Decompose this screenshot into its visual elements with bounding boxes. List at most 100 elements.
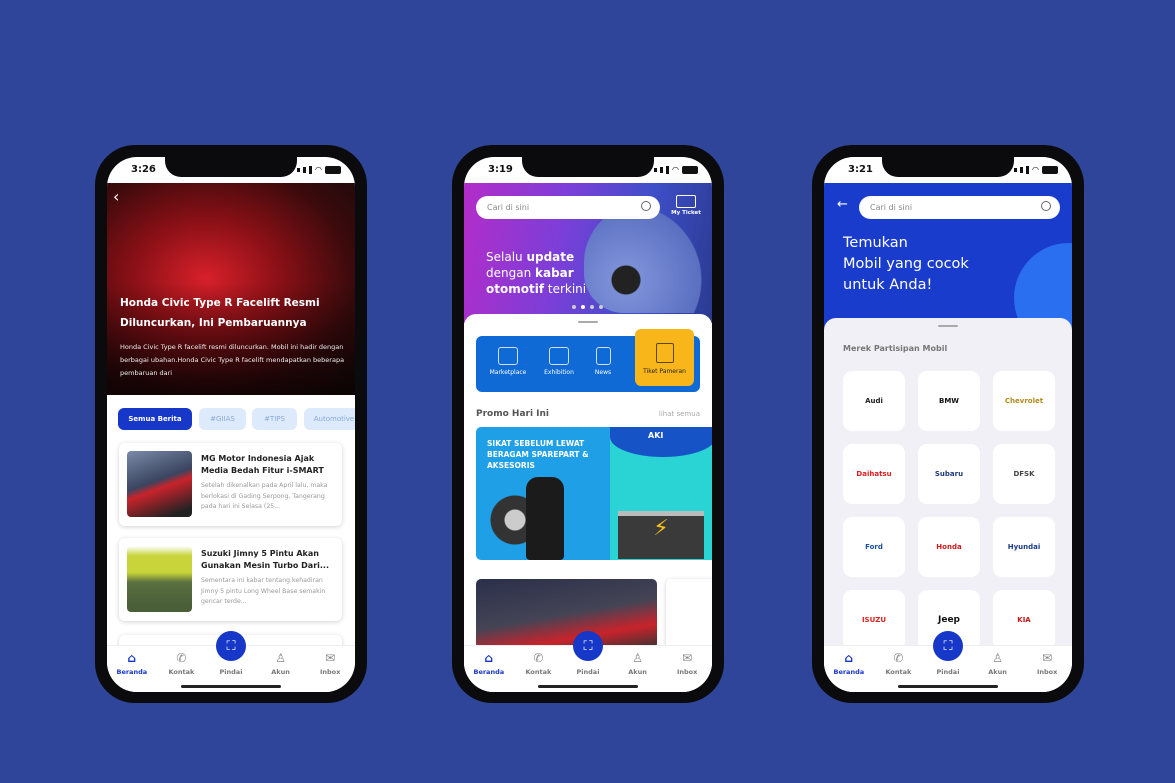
brand-tile-daihatsu[interactable]: Daihatsu <box>843 444 905 504</box>
article-excerpt: Setelah dikenalkan pada April lalu, maka… <box>201 482 328 510</box>
brands-screen: 3:21 ◠ ← Temukan Mobil yang cocok untuk And… <box>824 157 1072 692</box>
back-icon[interactable]: ‹ <box>113 187 119 206</box>
carousel-dots[interactable] <box>572 305 603 309</box>
promo-banner[interactable]: SIKAT SEBELUM LEWAT BERAGAM SPAREPART & … <box>476 427 712 560</box>
brand-tile-chevrolet[interactable]: Chevrolet <box>993 371 1055 431</box>
news-screen: 3:26 ◠ ‹ Honda Civic Type R Facelift Resm… <box>107 157 355 692</box>
home-icon: ⌂ <box>484 651 494 665</box>
nav-label: Beranda <box>116 668 148 676</box>
home-icon: ⌂ <box>127 651 137 665</box>
promo-card[interactable] <box>666 579 712 649</box>
nav-label: Pindai <box>219 668 243 676</box>
status-time: 3:26 <box>131 164 156 175</box>
scan-button[interactable]: ⛶ <box>216 631 246 661</box>
nav-label: Inbox <box>1036 668 1058 676</box>
status-time: 3:19 <box>488 164 513 175</box>
chip-automotive[interactable]: Automotive <box>304 408 355 430</box>
scan-button[interactable]: ⛶ <box>933 631 963 661</box>
article-card[interactable]: MG Motor Indonesia Ajak Media Bedah Fitu… <box>119 443 342 526</box>
mail-icon: ✉ <box>1042 651 1053 665</box>
seat-image <box>526 477 564 560</box>
search-input[interactable]: Cari di sini <box>476 196 660 219</box>
nav-item-inbox[interactable]: ✉ Inbox <box>310 651 350 692</box>
menu-marketplace[interactable]: Marketplace <box>483 347 533 376</box>
promo-card[interactable] <box>476 579 657 649</box>
search-icon <box>641 201 651 211</box>
nav-label: Pindai <box>576 668 600 676</box>
my-ticket-button[interactable]: My Ticket <box>668 195 704 216</box>
article-title: Suzuki Jimny 5 Pintu Akan Gunakan Mesin … <box>201 549 329 570</box>
aki-panel: AKI ⚡ <box>610 427 712 560</box>
brand-tile-isuzu[interactable]: ISUZU <box>843 590 905 650</box>
user-icon: ♙ <box>632 651 643 665</box>
article-card[interactable]: Suzuki Jimny 5 Pintu Akan Gunakan Mesin … <box>119 538 342 621</box>
ticket-icon <box>676 195 696 208</box>
brand-tile-ford[interactable]: Ford <box>843 517 905 577</box>
sheet-handle[interactable] <box>938 325 958 327</box>
menu-tiket-pameran[interactable]: Tiket Pameran <box>635 329 694 386</box>
promo-title: Promo Hari Ini <box>476 409 550 419</box>
menu-exhibition[interactable]: Exhibition <box>534 347 584 376</box>
phone-icon: ✆ <box>176 651 187 665</box>
nav-label: Inbox <box>676 668 698 676</box>
notch <box>522 157 654 177</box>
nav-item-inbox[interactable]: ✉ Inbox <box>1027 651 1067 692</box>
promo-see-all-link[interactable]: lihat semua <box>659 410 700 418</box>
brand-tile-subaru[interactable]: Subaru <box>918 444 980 504</box>
marketplace-icon <box>498 347 518 365</box>
phone-home: 3:19 ◠ Selalu update dengan kabar otomoti… <box>452 145 724 703</box>
home-indicator <box>181 685 281 688</box>
nav-label: Akun <box>988 668 1007 676</box>
nav-label: Beranda <box>833 668 865 676</box>
exhibition-icon <box>549 347 569 365</box>
nav-label: Akun <box>271 668 290 676</box>
nav-item-beranda[interactable]: ⌂ Beranda <box>829 651 869 692</box>
nav-label: Pindai <box>936 668 960 676</box>
menu-news[interactable]: News <box>578 347 628 376</box>
chip-semua-berita[interactable]: Semua Berita <box>118 408 192 430</box>
article-image <box>127 546 192 612</box>
back-icon[interactable]: ← <box>837 197 848 212</box>
headline: Temukan Mobil yang cocok untuk Anda! <box>843 235 969 293</box>
section-title: Merek Partisipan Mobil <box>843 344 948 353</box>
phone-brands: 3:21 ◠ ← Temukan Mobil yang cocok untuk And… <box>812 145 1084 703</box>
scan-button[interactable]: ⛶ <box>573 631 603 661</box>
status-icons: ◠ <box>297 165 341 174</box>
brand-tile-dfsk[interactable]: DFSK <box>993 444 1055 504</box>
nav-label: Inbox <box>319 668 341 676</box>
aki-tag: AKI <box>648 431 664 440</box>
status-icons: ◠ <box>654 165 698 174</box>
notch <box>165 157 297 177</box>
brand-tile-honda[interactable]: Honda <box>918 517 980 577</box>
phone-icon: ✆ <box>893 651 904 665</box>
nav-item-beranda[interactable]: ⌂ Beranda <box>469 651 509 692</box>
car-image <box>584 203 712 313</box>
search-icon <box>1041 201 1051 211</box>
hero-image[interactable]: ‹ Honda Civic Type R Facelift Resmi Dilu… <box>107 183 355 395</box>
mail-icon: ✉ <box>325 651 336 665</box>
home-icon: ⌂ <box>844 651 854 665</box>
user-icon: ♙ <box>275 651 286 665</box>
battery-image: ⚡ <box>618 511 704 559</box>
nav-label: Kontak <box>168 668 195 676</box>
home-indicator <box>538 685 638 688</box>
brand-tile-bmw[interactable]: BMW <box>918 371 980 431</box>
banner-text: Selalu update dengan kabar otomotif terk… <box>486 250 587 296</box>
promo-headline: SIKAT SEBELUM LEWAT BERAGAM SPAREPART & … <box>487 439 589 470</box>
chip-giias[interactable]: #GIIAS <box>199 408 246 430</box>
article-image <box>127 451 192 517</box>
nav-label: Beranda <box>473 668 505 676</box>
nav-label: Kontak <box>885 668 912 676</box>
nav-item-beranda[interactable]: ⌂ Beranda <box>112 651 152 692</box>
brand-tile-hyundai[interactable]: Hyundai <box>993 517 1055 577</box>
phone-icon: ✆ <box>533 651 544 665</box>
nav-item-inbox[interactable]: ✉ Inbox <box>667 651 707 692</box>
brand-tile-audi[interactable]: Audi <box>843 371 905 431</box>
status-icons: ◠ <box>1014 165 1058 174</box>
chip-tips[interactable]: #TIPS <box>252 408 297 430</box>
sheet-handle[interactable] <box>578 321 598 323</box>
brand-tile-kia[interactable]: KIA <box>993 590 1055 650</box>
hero-title[interactable]: Honda Civic Type R Facelift Resmi Dilunc… <box>120 293 342 333</box>
search-input[interactable]: Cari di sini <box>859 196 1060 219</box>
notch <box>882 157 1014 177</box>
